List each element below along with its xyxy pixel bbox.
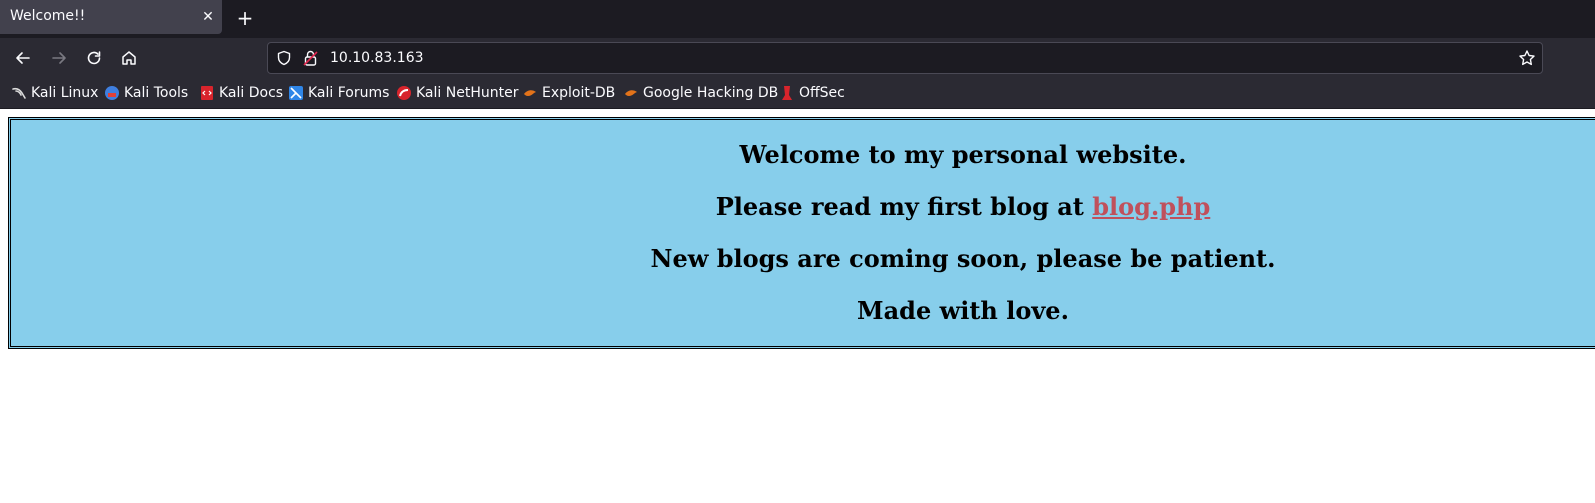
forward-button[interactable] (47, 46, 71, 70)
exploit-db-icon (524, 90, 536, 96)
bookmark-label: Kali NetHunter (416, 85, 519, 101)
bookmark-kali-tools[interactable]: Kali Tools (104, 84, 188, 102)
kali-tools-icon (105, 86, 119, 100)
bookmark-label: Exploit-DB (542, 85, 616, 101)
tab-strip: Welcome!! ✕ + (0, 0, 1595, 38)
bookmark-label: Kali Tools (124, 85, 189, 101)
coming-soon-line: New blogs are coming soon, please be pat… (650, 244, 1276, 273)
bookmark-kali-nethunter[interactable]: Kali NetHunter (396, 84, 518, 102)
bookmark-google-hacking-db[interactable]: Google Hacking DB (623, 84, 778, 102)
bookmark-label: Kali Docs (219, 85, 284, 101)
bookmark-offsec[interactable]: OffSec (779, 84, 845, 102)
url-text[interactable]: 10.10.83.163 (330, 50, 424, 66)
address-bar[interactable]: 10.10.83.163 (267, 42, 1543, 74)
bookmark-label: Google Hacking DB (643, 85, 779, 101)
kali-docs-icon (201, 86, 213, 100)
bookmark-kali-forums[interactable]: Kali Forums (288, 84, 389, 102)
bookmark-label: Kali Linux (31, 85, 99, 101)
forward-arrow-icon (52, 52, 66, 64)
navigation-bar: 10.10.83.163 (0, 38, 1595, 78)
welcome-banner: Welcome to my personal website. Please r… (8, 117, 1595, 349)
reload-icon (87, 51, 101, 65)
kali-nethunter-icon (397, 86, 411, 100)
blog-link[interactable]: blog.php (1092, 192, 1210, 221)
kali-linux-icon (12, 87, 26, 99)
kali-forums-icon (289, 86, 303, 100)
ghdb-icon (625, 90, 637, 96)
bookmarks-bar: Kali Linux Kali Tools Kali Docs Kali For… (0, 78, 1595, 109)
tab-title: Welcome!! (10, 8, 86, 24)
reload-button[interactable] (82, 46, 106, 70)
back-arrow-icon (16, 52, 30, 64)
offsec-icon (782, 86, 792, 100)
new-tab-button[interactable]: + (233, 7, 257, 31)
home-button[interactable] (117, 46, 141, 70)
blog-line: Please read my first blog at blog.php (11, 192, 1595, 221)
bookmark-exploit-db[interactable]: Exploit-DB (522, 84, 615, 102)
welcome-heading: Welcome to my personal website. (739, 140, 1187, 169)
bookmark-label: Kali Forums (308, 85, 390, 101)
bookmark-label: OffSec (799, 85, 845, 101)
back-button[interactable] (11, 46, 35, 70)
page-content: Welcome to my personal website. Please r… (0, 109, 1595, 503)
bookmark-star-icon[interactable] (1518, 49, 1536, 67)
insecure-lock-icon[interactable] (302, 49, 320, 67)
bookmark-kali-linux[interactable]: Kali Linux (11, 84, 98, 102)
active-tab[interactable]: Welcome!! ✕ (0, 0, 222, 34)
blog-line-text: Please read my first blog at (715, 192, 1093, 221)
bookmark-kali-docs[interactable]: Kali Docs (199, 84, 283, 102)
made-with-love-line: Made with love. (857, 296, 1069, 325)
tab-close-icon[interactable]: ✕ (198, 7, 218, 27)
home-icon (122, 51, 136, 65)
shield-icon[interactable] (276, 50, 292, 66)
